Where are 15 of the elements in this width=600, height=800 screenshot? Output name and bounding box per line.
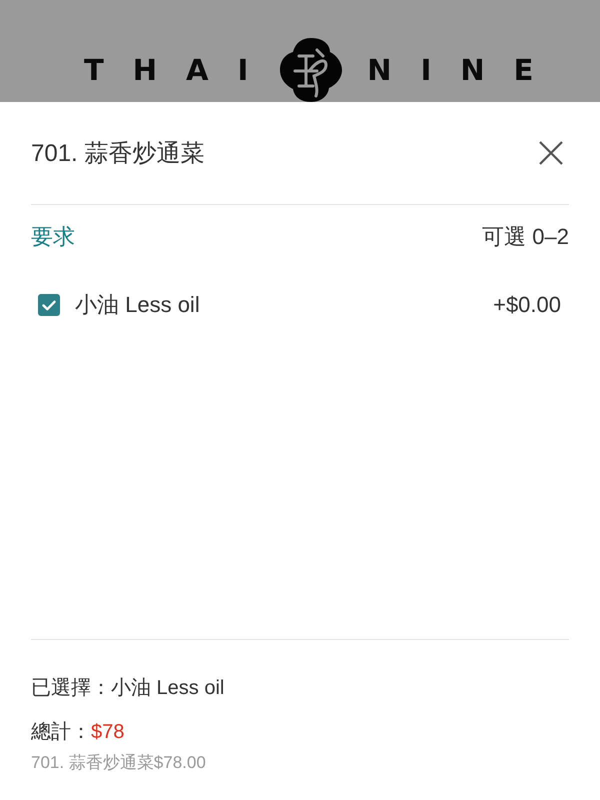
close-icon [539,141,563,165]
total-label: 總計： [31,720,91,744]
checkbox[interactable] [38,294,60,316]
logo-word: NINE [367,55,562,85]
option-group-title: 要求 [31,223,75,251]
selection-limit: 可選 0–2 [482,223,569,251]
dialog-title: 701. 蒜香炒通菜 [31,139,204,169]
option-price: +$0.00 [493,292,561,318]
selected-summary: 已選擇：小油 Less oil [31,676,224,700]
logo-word: THAI [84,55,278,85]
line-item-summary: 701. 蒜香炒通菜$78.00 [31,752,206,774]
total-amount: $78 [91,720,124,744]
option-label: 小油 Less oil [75,291,200,319]
close-button[interactable] [538,140,564,166]
checkmark-icon [42,300,56,310]
